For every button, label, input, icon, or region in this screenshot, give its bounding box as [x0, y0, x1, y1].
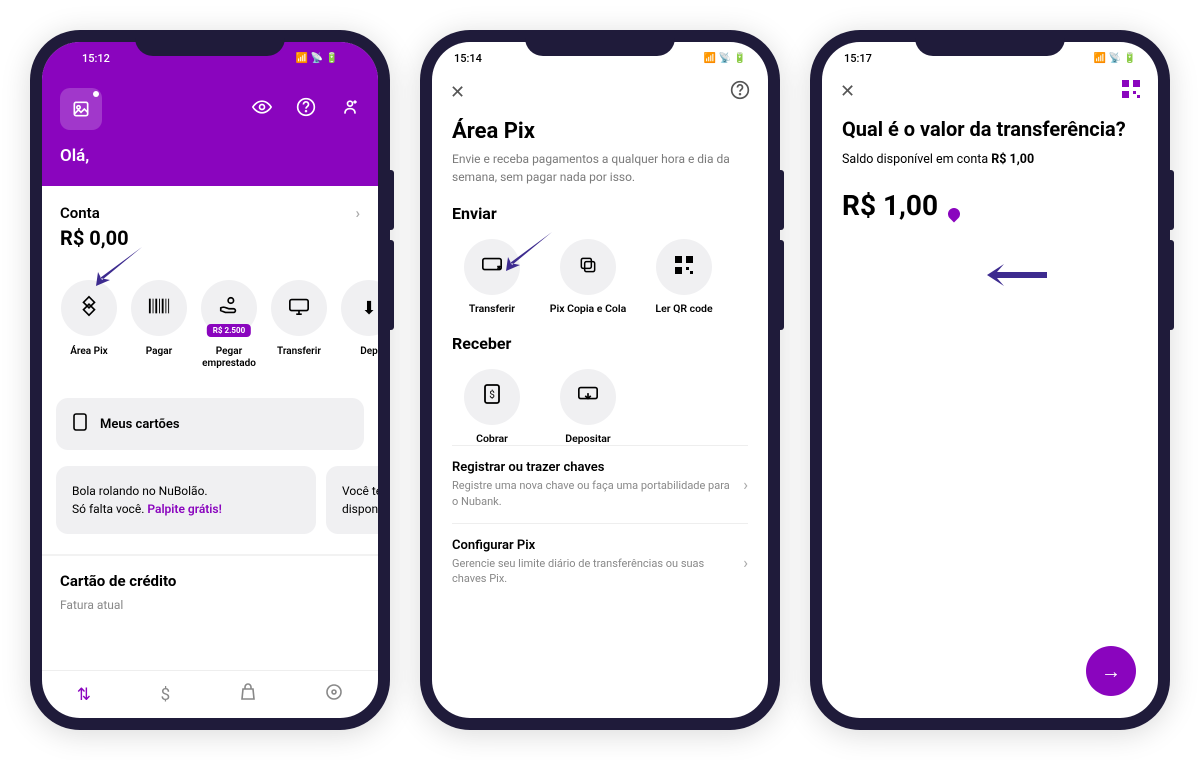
transfer-out-icon: [288, 297, 310, 320]
amount-input[interactable]: R$ 1,00: [842, 189, 1138, 222]
promo-link[interactable]: Palpite grátis!: [147, 502, 221, 516]
promo-card-1[interactable]: Bola rolando no NuBolão. Só falta você. …: [56, 466, 316, 534]
notch: [525, 30, 675, 56]
status-time: 15:17: [844, 52, 872, 65]
action-cobrar[interactable]: $ Cobrar: [452, 369, 532, 446]
promo-card-2[interactable]: Você te dispon: [326, 466, 378, 534]
setting-config-pix[interactable]: Configurar Pix Gerencie seu limite diári…: [452, 523, 748, 601]
page-subtitle: Envie e receba pagamentos a qualquer hor…: [452, 150, 748, 186]
account-row[interactable]: Conta ›: [42, 186, 378, 226]
chevron-right-icon: ›: [743, 475, 748, 494]
charge-icon: $: [483, 383, 501, 410]
nav-money-icon[interactable]: $: [161, 685, 171, 705]
copy-icon: [578, 255, 598, 280]
account-label: Conta: [60, 204, 100, 222]
invite-icon[interactable]: [340, 97, 360, 122]
phone-frame-2: 15:14 📶 📡 🔋 ✕ Área Pix Envie e receba pa…: [420, 30, 780, 730]
hand-money-icon: [218, 295, 240, 322]
svg-text:$: $: [489, 388, 495, 401]
send-heading: Enviar: [452, 204, 748, 223]
loan-badge: R$ 2.500: [207, 324, 251, 337]
notch: [135, 30, 285, 56]
profile-button[interactable]: [60, 88, 102, 130]
setting-keys[interactable]: Registrar ou trazer chaves Registre uma …: [452, 445, 748, 523]
status-icons: 📶 📡 🔋: [1094, 53, 1136, 64]
account-balance: R$ 0,00: [42, 226, 378, 250]
transfer-out-icon: [481, 256, 503, 279]
promo-scroll[interactable]: Bola rolando no NuBolão. Só falta você. …: [42, 450, 378, 534]
credit-card-section[interactable]: Cartão de crédito Fatura atual: [42, 556, 378, 616]
tutorial-arrow-3: [982, 250, 1052, 304]
phone-frame-3: 15:17 📶 📡 🔋 ✕ Qual é o valor da transfer…: [810, 30, 1170, 730]
home-header: 15:12 📶 📡 🔋: [42, 42, 378, 186]
arrow-right-icon: →: [1101, 659, 1121, 684]
chevron-right-icon: ›: [743, 553, 748, 572]
bottom-nav: ⇅ $: [42, 670, 378, 718]
continue-fab[interactable]: →: [1086, 646, 1136, 696]
chevron-right-icon: ›: [355, 204, 360, 222]
notch: [915, 30, 1065, 56]
close-icon[interactable]: ✕: [840, 81, 855, 102]
action-copia-cola[interactable]: Pix Copia e Cola: [548, 239, 628, 316]
nav-bag-icon[interactable]: [240, 683, 256, 706]
action-depositar[interactable]: ⬇ Dep: [336, 280, 378, 370]
nav-swap-icon[interactable]: ⇅: [77, 685, 91, 705]
send-actions: Transferir Pix Copia e Cola Ler QR code: [452, 239, 748, 316]
status-icons: 📶 📡 🔋: [704, 53, 746, 64]
action-transferir[interactable]: Transferir: [266, 280, 332, 370]
receive-actions: $ Cobrar Depositar: [452, 369, 748, 446]
close-icon[interactable]: ✕: [450, 82, 465, 103]
action-area-pix[interactable]: Área Pix: [56, 280, 122, 370]
card-icon: [72, 412, 88, 436]
visibility-icon[interactable]: [252, 97, 272, 122]
deposit-icon: ⬇: [361, 298, 376, 319]
nav-target-icon[interactable]: [325, 683, 343, 706]
action-pagar[interactable]: Pagar: [126, 280, 192, 370]
page-title: Área Pix: [452, 119, 748, 144]
action-transferir[interactable]: Transferir: [452, 239, 532, 316]
status-time: 15:14: [454, 52, 482, 65]
status-icons: 📶 📡 🔋: [296, 53, 338, 64]
action-depositar[interactable]: Depositar: [548, 369, 628, 446]
action-qr[interactable]: Ler QR code: [644, 239, 724, 316]
barcode-icon: [148, 298, 170, 319]
my-cards-button[interactable]: Meus cartões: [56, 398, 364, 450]
qr-icon: [675, 256, 693, 279]
pix-icon: [78, 295, 100, 322]
help-icon[interactable]: [296, 97, 316, 122]
deposit-icon: [577, 385, 599, 408]
quick-actions-scroll[interactable]: Área Pix Pagar R$ 2.500 Pegar emprestado: [42, 250, 378, 378]
greeting-text: Olá,: [60, 146, 360, 166]
status-time: 15:12: [82, 52, 110, 65]
help-icon[interactable]: [730, 80, 750, 105]
phone-frame-1: 15:12 📶 📡 🔋: [30, 30, 390, 730]
qr-icon[interactable]: [1122, 80, 1140, 102]
page-title: Qual é o valor da transferência?: [842, 116, 1138, 142]
receive-heading: Receber: [452, 334, 748, 353]
action-emprestado[interactable]: R$ 2.500 Pegar emprestado: [196, 280, 262, 370]
balance-info: Saldo disponível em conta R$ 1,00: [842, 152, 1138, 167]
text-cursor-icon: [946, 205, 963, 222]
